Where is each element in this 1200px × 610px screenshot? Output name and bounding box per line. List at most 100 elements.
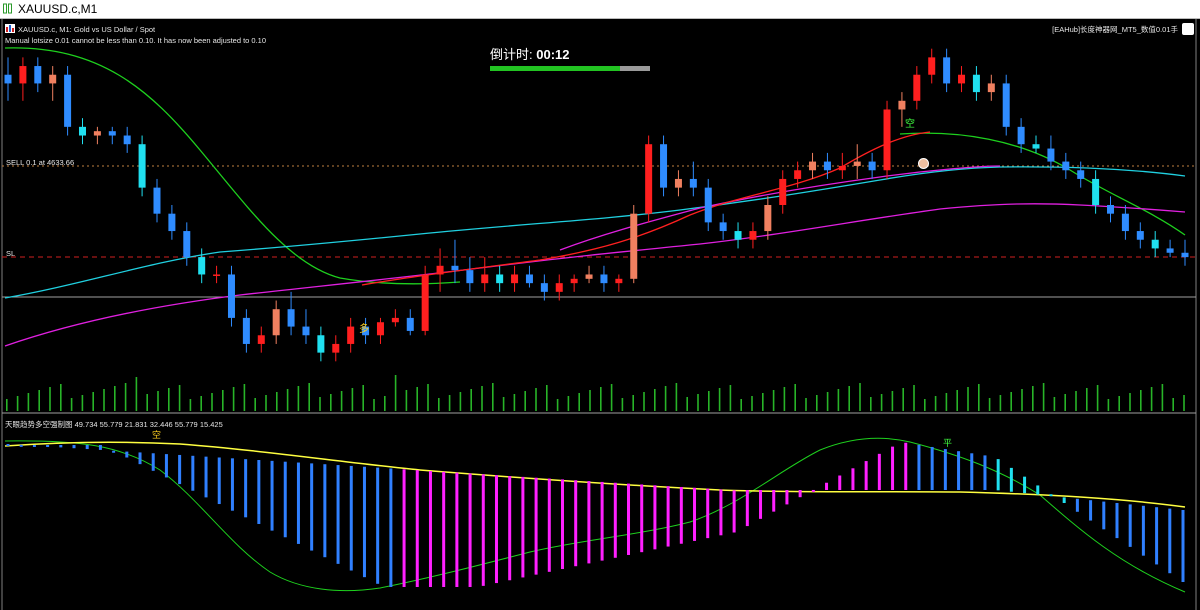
candle-body (1077, 170, 1085, 179)
candle-body (570, 278, 578, 284)
oscillator-bar (917, 444, 921, 490)
ma-green-line-right (899, 132, 1186, 236)
candle-body (287, 309, 295, 327)
candle-body (928, 57, 936, 75)
oscillator-bar (310, 463, 314, 551)
candle-body (421, 274, 429, 331)
oscillator-bar (164, 454, 168, 478)
candle-body (734, 231, 742, 240)
oscillator-bar (85, 445, 89, 450)
volume-bar (49, 387, 51, 411)
ma-upper-magenta-line (559, 165, 1001, 251)
volume-bar (222, 390, 224, 411)
chart-header-symbol: XAUUSD.c, M1: Gold vs US Dollar / Spot (18, 25, 156, 34)
candle-body (466, 270, 474, 284)
oscillator-bar (323, 464, 327, 558)
candle-body (302, 326, 310, 336)
volume-bar (178, 385, 181, 411)
candle-body (972, 74, 980, 93)
oscillator-name: 天眼趋势多空强制图 (5, 420, 73, 429)
oscillator-bar (1062, 497, 1066, 503)
candle-body (153, 187, 161, 214)
window-titlebar[interactable]: XAUUSD.c,M1 (0, 0, 1200, 19)
mt5-chart-window: XAUUSD.c,M1 XAUUSD.c, M1: Gold vs US Dol… (0, 0, 1200, 610)
volume-bar (880, 394, 883, 411)
oscillator-bar (719, 489, 723, 536)
volume-bar (816, 395, 818, 411)
volume-bar (6, 399, 8, 411)
stop-loss-label: SL (6, 249, 16, 258)
volume-bar (189, 399, 192, 411)
oscillator-bar (996, 459, 1000, 491)
candle-body (332, 343, 340, 353)
expert-advisor-label[interactable]: [EAHub]长度神器网_MT5_数值0.01手 (1052, 24, 1178, 35)
candle-body (764, 205, 772, 232)
volume-bar (92, 392, 94, 411)
candle-body (376, 322, 384, 336)
oscillator-bar (362, 466, 366, 578)
oscillator-bar (838, 475, 842, 490)
chart-lotsize-message: Manual lotsize 0.01 cannot be less than … (5, 36, 267, 45)
candle-body (93, 131, 101, 136)
volume-bar (524, 391, 526, 411)
volume-bar (805, 398, 807, 411)
volume-bar (578, 393, 580, 411)
volume-bar (751, 396, 753, 411)
candle-body (868, 161, 876, 171)
oscillator-bar (877, 453, 881, 490)
price-chart-area[interactable]: XAUUSD.c, M1: Gold vs US Dollar / Spot M… (0, 19, 1200, 610)
oscillator-bar (534, 477, 538, 575)
volume-bar (373, 399, 375, 411)
volume-bar (675, 383, 678, 411)
candle-body (257, 335, 265, 344)
ma-cyan-line (4, 166, 1186, 299)
oscillator-bar (521, 476, 525, 578)
oscillator-bar (1128, 504, 1132, 547)
oscillator-bar (706, 488, 710, 539)
oscillator-bar (112, 450, 116, 453)
candle-body (1166, 248, 1174, 253)
volume-bar (1021, 389, 1023, 411)
oscillator-bar (1089, 500, 1093, 521)
oscillator-bar (428, 470, 432, 587)
volume-bar (362, 385, 364, 411)
oscillator-bar (481, 474, 485, 586)
countdown-progress-fill (490, 66, 620, 71)
countdown-time: 00:12 (536, 47, 570, 62)
oscillator-bar (1141, 505, 1145, 556)
volume-bar (286, 389, 289, 411)
volume-bar (114, 386, 116, 411)
oscillator-bar (957, 451, 961, 490)
expert-advisor-hat-icon[interactable] (1182, 23, 1194, 35)
oscillator-bar (970, 453, 974, 490)
oscillator-bar (574, 480, 578, 567)
oscillator-bar (349, 465, 353, 571)
candle-body (391, 317, 399, 323)
candle-body (779, 178, 787, 205)
candle-body (1032, 144, 1040, 149)
volume-bar (200, 396, 202, 411)
oscillator-bar (204, 456, 208, 498)
oscillator-bar (442, 471, 446, 587)
volume-bar (330, 394, 332, 411)
osc-value-2: 55.779 (99, 420, 123, 429)
oscillator-bar (151, 453, 155, 471)
chart-canvas[interactable] (0, 19, 1200, 610)
volume-bar (1183, 395, 1185, 411)
volume-bar (438, 398, 440, 411)
volume-bar (664, 386, 667, 411)
volume-bar (1118, 396, 1120, 411)
volume-bar (502, 397, 505, 411)
volume-bar (470, 389, 472, 411)
close-position-icon[interactable] (918, 158, 929, 169)
volume-bar (70, 398, 73, 411)
candle-body (4, 74, 12, 84)
candle-body (34, 66, 42, 84)
oscillator-bar (376, 467, 380, 584)
oscillator-bar (1009, 467, 1013, 492)
oscillator-bar (851, 468, 855, 490)
oscillator-bar (891, 446, 895, 490)
oscillator-bar (46, 445, 50, 447)
volume-bar (211, 393, 213, 411)
volume-bar (1161, 384, 1164, 411)
